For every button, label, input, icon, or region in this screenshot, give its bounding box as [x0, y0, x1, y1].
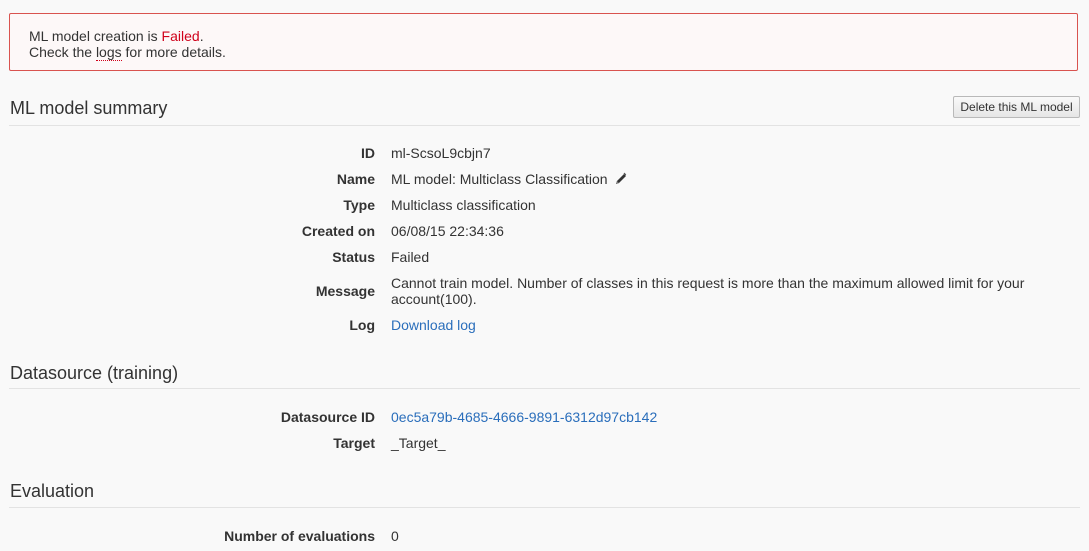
message-value: Cannot train model. Number of classes in… — [391, 275, 1025, 307]
evaluations-count-value: 0 — [391, 528, 399, 544]
datasource-divider — [9, 388, 1080, 389]
download-log-link[interactable]: Download log — [391, 317, 476, 333]
status-value: Failed — [391, 249, 430, 265]
summary-heading: ML model summary — [10, 98, 168, 118]
name-label: Name — [336, 171, 375, 187]
error-alert: ML model creation is Failed. Check the l… — [9, 13, 1078, 71]
created-on-value: 06/08/15 22:34:36 — [391, 223, 504, 239]
type-value: Multiclass classification — [391, 197, 536, 213]
datasource-id-label: Datasource ID — [280, 409, 375, 425]
alert-prefix: ML model creation is — [29, 28, 162, 44]
id-label: ID — [361, 145, 375, 161]
id-value: ml-ScsoL9cbjn7 — [391, 145, 491, 161]
created-on-label: Created on — [301, 223, 375, 239]
log-label: Log — [349, 317, 375, 333]
alert-period: . — [199, 28, 204, 44]
pencil-icon[interactable] — [614, 172, 628, 189]
message-label: Message — [315, 283, 375, 299]
type-label: Type — [343, 197, 375, 213]
alert-hint-prefix: Check the — [29, 44, 96, 60]
alert-hint: Check the logs for more details. — [29, 44, 226, 61]
datasource-id-link[interactable]: 0ec5a79b-4685-4666-9891-6312d97cb142 — [391, 409, 657, 425]
target-label: Target — [333, 435, 375, 451]
status-label: Status — [332, 249, 375, 265]
logs-link[interactable]: logs — [95, 44, 122, 61]
target-value: _Target_ — [391, 435, 446, 451]
alert-status: Failed — [161, 28, 200, 44]
alert-message: ML model creation is Failed. — [29, 28, 204, 44]
evaluations-count-label: Number of evaluations — [224, 528, 375, 544]
delete-ml-model-button[interactable]: Delete this ML model — [953, 96, 1080, 118]
evaluation-heading: Evaluation — [10, 481, 95, 501]
summary-divider — [9, 125, 1080, 126]
name-field: ML model: Multiclass Classification — [391, 171, 628, 189]
datasource-heading: Datasource (training) — [10, 363, 179, 383]
alert-hint-suffix: for more details. — [121, 44, 226, 60]
name-value: ML model: Multiclass Classification — [391, 171, 608, 187]
evaluation-divider — [9, 507, 1080, 508]
